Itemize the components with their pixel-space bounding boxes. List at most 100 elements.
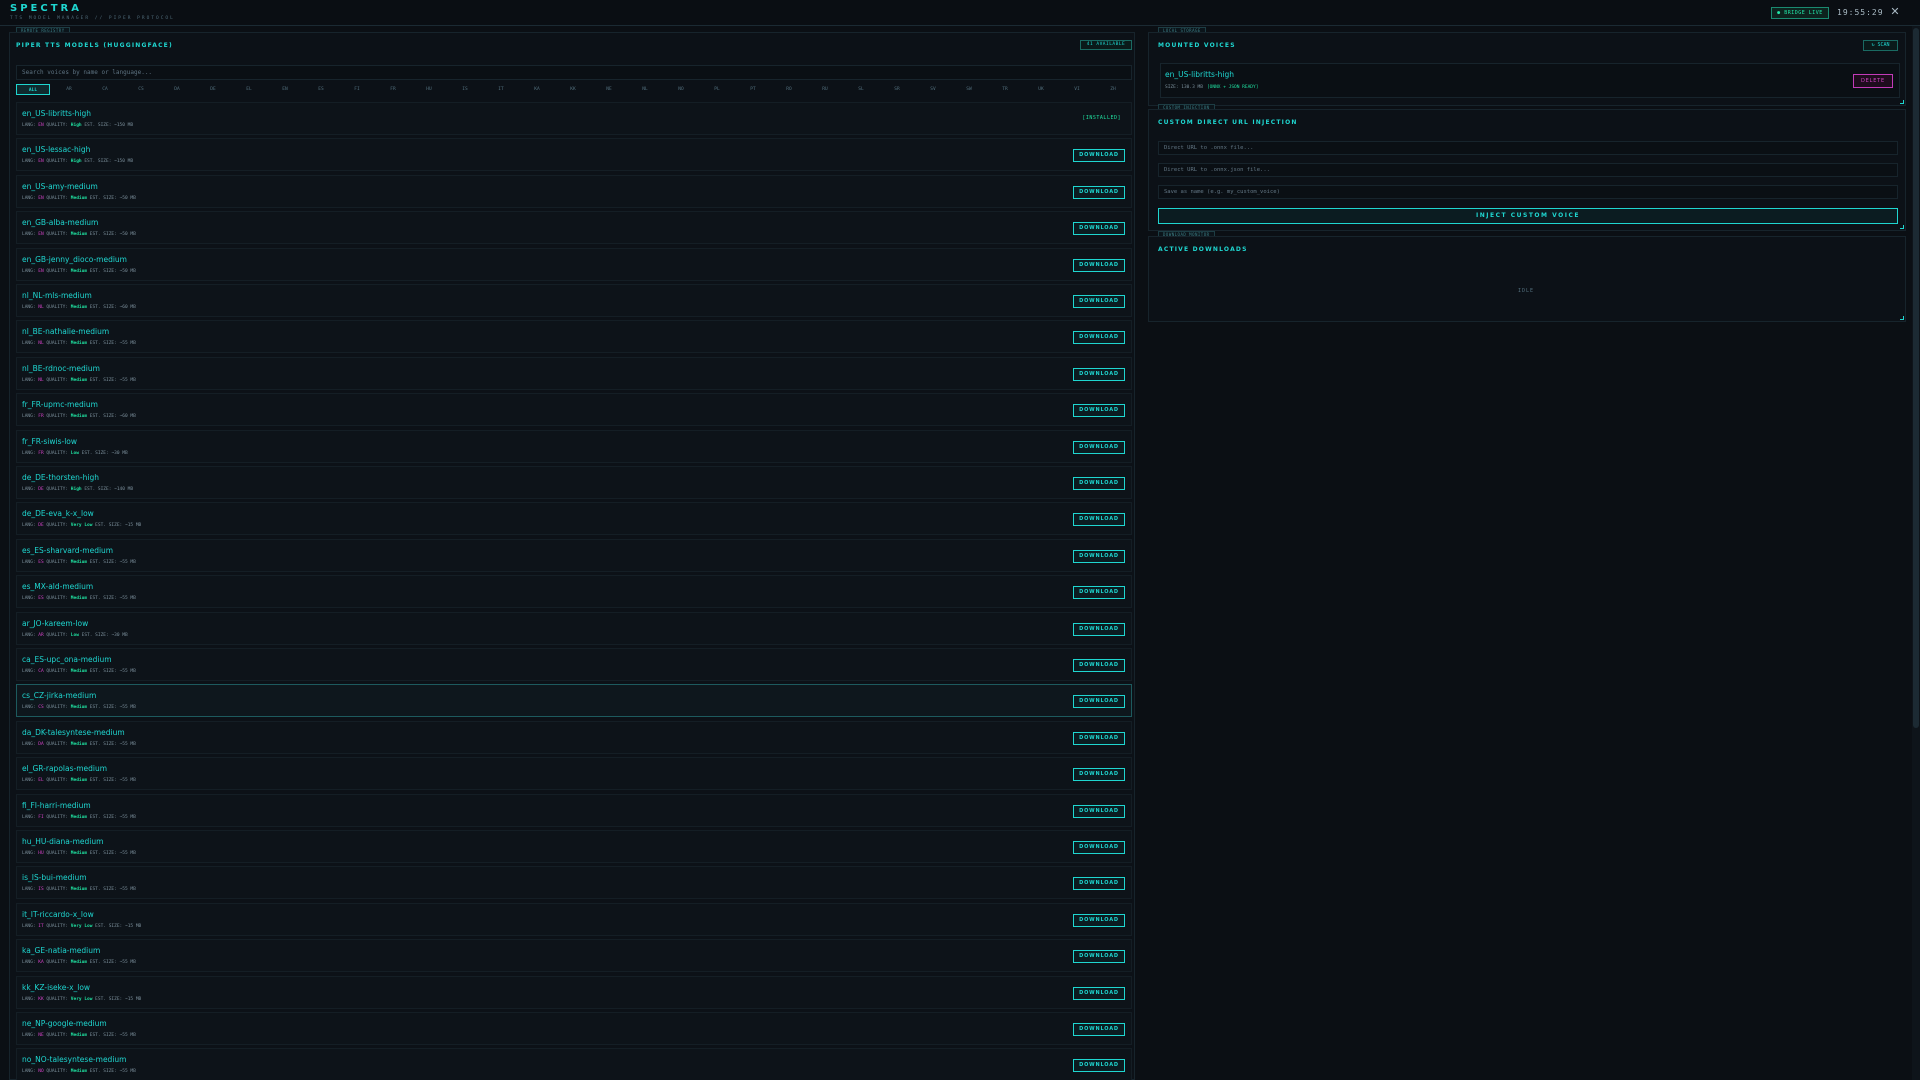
lang-filter-hu[interactable]: HU bbox=[412, 84, 446, 95]
lang-filter-is[interactable]: IS bbox=[448, 84, 482, 95]
download-button[interactable]: DOWNLOAD bbox=[1073, 695, 1125, 708]
download-button[interactable]: DOWNLOAD bbox=[1073, 1059, 1125, 1072]
remote-models-title: PIPER TTS MODELS (HUGGINGFACE) bbox=[16, 42, 173, 49]
download-button[interactable]: DOWNLOAD bbox=[1073, 586, 1125, 599]
voice-name: hu_HU-diana-medium bbox=[22, 837, 104, 846]
lang-filter-nl[interactable]: NL bbox=[628, 84, 662, 95]
voice-size: ~55 MB bbox=[119, 669, 136, 674]
size-prefix: EST. SIZE: bbox=[87, 560, 120, 565]
voice-meta: LANG: CA QUALITY: Medium EST. SIZE: ~55 … bbox=[22, 669, 136, 674]
download-button[interactable]: DOWNLOAD bbox=[1073, 768, 1125, 781]
lang-filter-sv[interactable]: SV bbox=[916, 84, 950, 95]
lang-filter-vi[interactable]: VI bbox=[1060, 84, 1094, 95]
lang-filter-en[interactable]: EN bbox=[268, 84, 302, 95]
lang-filter-sw[interactable]: SW bbox=[952, 84, 986, 95]
voice-meta: LANG: FI QUALITY: Medium EST. SIZE: ~55 … bbox=[22, 815, 136, 820]
close-icon[interactable]: ✕ bbox=[1888, 5, 1902, 19]
lang-filter-fi[interactable]: FI bbox=[340, 84, 374, 95]
quality-prefix: QUALITY: bbox=[43, 815, 71, 820]
download-button[interactable]: DOWNLOAD bbox=[1073, 877, 1125, 890]
download-button[interactable]: DOWNLOAD bbox=[1073, 186, 1125, 199]
lang-filter-pl[interactable]: PL bbox=[700, 84, 734, 95]
download-button[interactable]: DOWNLOAD bbox=[1073, 295, 1125, 308]
save-name-field[interactable] bbox=[1158, 185, 1898, 199]
lang-prefix: LANG: bbox=[22, 778, 39, 783]
lang-filter-cs[interactable]: CS bbox=[124, 84, 158, 95]
voice-row: da_DK-talesyntese-medium LANG: DA QUALITY… bbox=[16, 721, 1132, 754]
voice-quality: Low bbox=[70, 633, 79, 638]
download-button[interactable]: DOWNLOAD bbox=[1073, 987, 1125, 1000]
download-button[interactable]: DOWNLOAD bbox=[1073, 950, 1125, 963]
voice-size: ~30 MB bbox=[111, 451, 128, 456]
voice-row: fi_FI-harri-medium LANG: FI QUALITY: Medi… bbox=[16, 794, 1132, 827]
lang-filter-de[interactable]: DE bbox=[196, 84, 230, 95]
voice-name: es_MX-ald-medium bbox=[22, 582, 94, 591]
lang-prefix: LANG: bbox=[22, 232, 39, 237]
download-button[interactable]: DOWNLOAD bbox=[1073, 368, 1125, 381]
lang-prefix: LANG: bbox=[22, 1069, 39, 1074]
voice-quality: Medium bbox=[70, 341, 88, 346]
download-button[interactable]: DOWNLOAD bbox=[1073, 914, 1125, 927]
download-button[interactable]: DOWNLOAD bbox=[1073, 659, 1125, 672]
lang-filter-pt[interactable]: PT bbox=[736, 84, 770, 95]
lang-filter-ca[interactable]: CA bbox=[88, 84, 122, 95]
voice-meta: LANG: IT QUALITY: Very Low EST. SIZE: ~1… bbox=[22, 924, 141, 929]
voice-quality: Medium bbox=[70, 378, 88, 383]
voice-search-input[interactable] bbox=[16, 65, 1132, 80]
download-button[interactable]: DOWNLOAD bbox=[1073, 513, 1125, 526]
lang-filter-sl[interactable]: SL bbox=[844, 84, 878, 95]
voice-name: el_GR-rapolas-medium bbox=[22, 764, 108, 773]
mounted-voice-meta: SIZE: 130.3 MB [ONNX + JSON READY] bbox=[1165, 85, 1258, 90]
voice-size: ~15 MB bbox=[124, 997, 142, 1002]
lang-prefix: LANG: bbox=[22, 815, 39, 820]
voice-meta: LANG: NL QUALITY: Medium EST. SIZE: ~60 … bbox=[22, 305, 136, 310]
voice-size: ~55 MB bbox=[119, 815, 136, 820]
download-button[interactable]: DOWNLOAD bbox=[1073, 259, 1125, 272]
size-prefix: EST. SIZE: bbox=[87, 778, 120, 783]
lang-filter-ne[interactable]: NE bbox=[592, 84, 626, 95]
voice-name: en_GB-jenny_dioco-medium bbox=[22, 255, 127, 264]
scan-button[interactable]: ↻ SCAN bbox=[1863, 40, 1898, 51]
lang-filter-es[interactable]: ES bbox=[304, 84, 338, 95]
lang-filter-uk[interactable]: UK bbox=[1024, 84, 1058, 95]
lang-filter-kk[interactable]: KK bbox=[556, 84, 590, 95]
voice-row: fr_FR-upmc-medium LANG: FR QUALITY: Mediu… bbox=[16, 393, 1132, 426]
lang-filter-fr[interactable]: FR bbox=[376, 84, 410, 95]
download-button[interactable]: DOWNLOAD bbox=[1073, 841, 1125, 854]
lang-filter-it[interactable]: IT bbox=[484, 84, 518, 95]
lang-prefix: LANG: bbox=[22, 705, 39, 710]
voice-size: ~55 MB bbox=[119, 778, 136, 783]
json-url-field[interactable] bbox=[1158, 163, 1898, 177]
lang-filter-ka[interactable]: KA bbox=[520, 84, 554, 95]
download-button[interactable]: DOWNLOAD bbox=[1073, 477, 1125, 490]
onnx-url-field[interactable] bbox=[1158, 141, 1898, 155]
download-button[interactable]: DOWNLOAD bbox=[1073, 1023, 1125, 1036]
download-button[interactable]: DOWNLOAD bbox=[1073, 331, 1125, 344]
download-button[interactable]: DOWNLOAD bbox=[1073, 222, 1125, 235]
download-button[interactable]: DOWNLOAD bbox=[1073, 441, 1125, 454]
download-button[interactable]: DOWNLOAD bbox=[1073, 149, 1125, 162]
lang-prefix: LANG: bbox=[22, 451, 39, 456]
lang-filter-sr[interactable]: SR bbox=[880, 84, 914, 95]
download-button[interactable]: DOWNLOAD bbox=[1073, 404, 1125, 417]
voice-name: fr_FR-upmc-medium bbox=[22, 400, 98, 409]
delete-voice-button[interactable]: DELETE bbox=[1853, 74, 1893, 88]
inject-custom-voice-button[interactable]: INJECT CUSTOM VOICE bbox=[1158, 208, 1898, 224]
download-button[interactable]: DOWNLOAD bbox=[1073, 550, 1125, 563]
quality-prefix: QUALITY: bbox=[43, 123, 71, 128]
lang-filter-zh[interactable]: ZH bbox=[1096, 84, 1130, 95]
lang-filter-el[interactable]: EL bbox=[232, 84, 266, 95]
lang-filter-ro[interactable]: RO bbox=[772, 84, 806, 95]
quality-prefix: QUALITY: bbox=[43, 997, 71, 1002]
lang-filter-ar[interactable]: AR bbox=[52, 84, 86, 95]
lang-filter-all[interactable]: ALL bbox=[16, 84, 50, 95]
download-button[interactable]: DOWNLOAD bbox=[1073, 623, 1125, 636]
page-scrollbar-thumb[interactable] bbox=[1913, 28, 1919, 728]
lang-filter-tr[interactable]: TR bbox=[988, 84, 1022, 95]
lang-filter-da[interactable]: DA bbox=[160, 84, 194, 95]
lang-filter-no[interactable]: NO bbox=[664, 84, 698, 95]
download-button[interactable]: DOWNLOAD bbox=[1073, 732, 1125, 745]
lang-filter-ru[interactable]: RU bbox=[808, 84, 842, 95]
download-button[interactable]: DOWNLOAD bbox=[1073, 805, 1125, 818]
voice-row: is_IS-bui-medium LANG: IS QUALITY: Medium… bbox=[16, 866, 1132, 899]
